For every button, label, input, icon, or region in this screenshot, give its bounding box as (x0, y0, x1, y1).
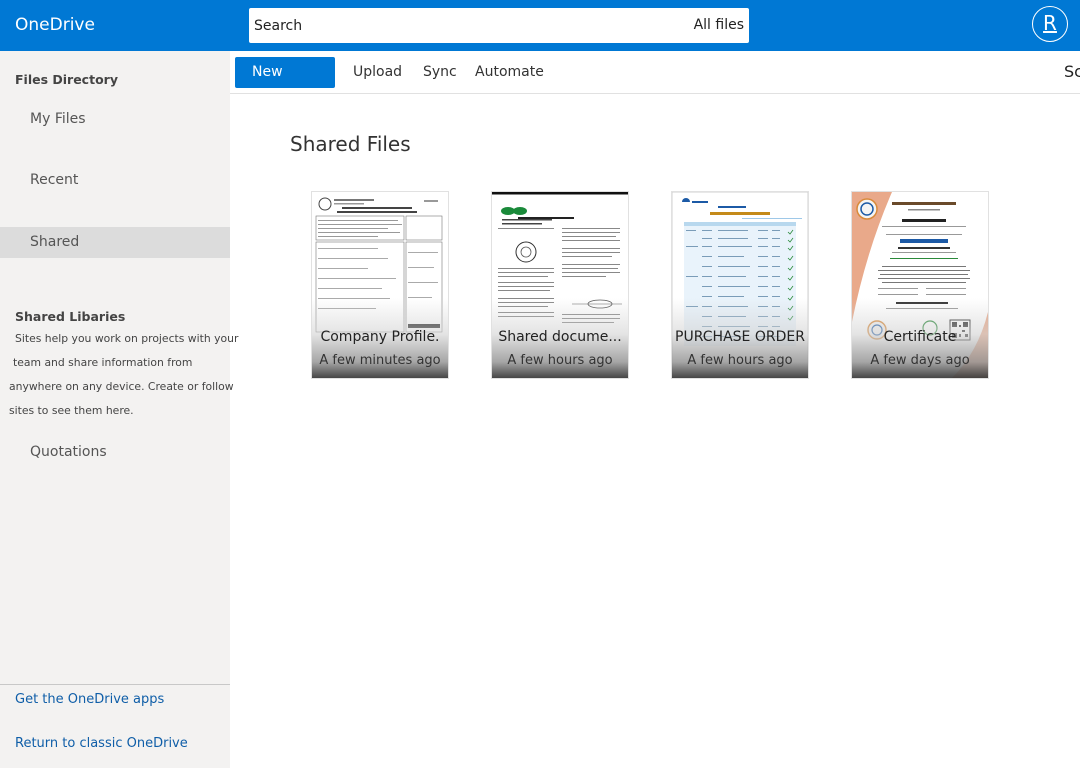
get-apps-link[interactable]: Get the OneDrive apps (15, 692, 164, 707)
sidebar: Files Directory My Files Recent Shared S… (0, 51, 239, 768)
file-modified-time: A few hours ago (507, 353, 613, 368)
avatar[interactable]: R (1032, 6, 1068, 42)
automate-button[interactable]: Automate (475, 64, 544, 80)
sort-button[interactable]: Sc (1064, 62, 1080, 81)
sync-button[interactable]: Sync (423, 64, 457, 80)
shared-libraries-description: Sites help you work on projects with you… (9, 332, 239, 417)
file-name[interactable]: Company Profile. (312, 329, 448, 345)
search-input[interactable] (249, 8, 669, 43)
file-tile[interactable]: Company Profile. A few minutes ago (311, 191, 449, 379)
search-scope[interactable]: All files (694, 17, 744, 33)
new-button[interactable]: New (235, 57, 335, 88)
file-tile[interactable]: Shared docume... A few hours ago (491, 191, 629, 379)
file-name[interactable]: Shared docume... (492, 329, 628, 345)
file-name[interactable]: PURCHASE ORDER (672, 329, 808, 345)
file-modified-time: A few minutes ago (319, 353, 441, 368)
app-brand[interactable]: OneDrive (15, 15, 95, 35)
top-bar: OneDrive All files R (0, 0, 1080, 51)
sidebar-item-shared[interactable]: Shared (0, 227, 230, 258)
command-bar: New Upload Sync Automate Sc (230, 51, 1080, 94)
file-name[interactable]: Certificate (852, 329, 988, 345)
page-title: Shared Files (290, 132, 411, 156)
search-box[interactable]: All files (249, 8, 749, 43)
file-tile[interactable]: Certificate A few days ago (851, 191, 989, 379)
file-modified-time: A few days ago (870, 353, 970, 368)
shared-libraries-heading: Shared Libaries (15, 309, 126, 324)
classic-onedrive-link[interactable]: Return to classic OneDrive (15, 736, 188, 751)
files-directory-heading: Files Directory (15, 72, 118, 87)
file-modified-time: A few hours ago (687, 353, 793, 368)
sidebar-footer: Get the OneDrive apps Return to classic … (0, 684, 230, 751)
sidebar-item-my-files[interactable]: My Files (0, 104, 230, 135)
sidebar-item-quotations[interactable]: Quotations (0, 437, 230, 468)
upload-button[interactable]: Upload (353, 64, 402, 80)
file-tile[interactable]: PURCHASE ORDER A few hours ago (671, 191, 809, 379)
sidebar-item-recent[interactable]: Recent (0, 165, 230, 196)
